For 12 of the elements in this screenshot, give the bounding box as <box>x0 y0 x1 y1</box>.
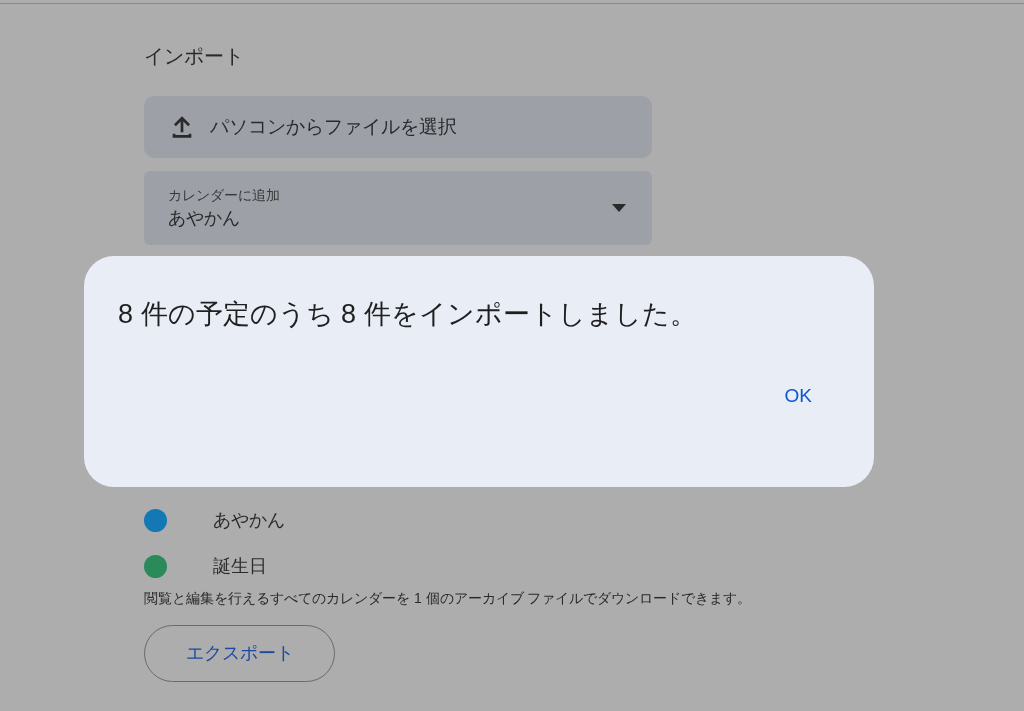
calendar-name: あやかん <box>213 508 285 532</box>
upload-icon <box>170 115 194 139</box>
section-title: インポート <box>144 44 245 69</box>
upload-button[interactable]: パソコンからファイルを選択 <box>144 96 652 158</box>
select-label: カレンダーに追加 <box>168 186 280 205</box>
select-value: あやかん <box>168 207 241 230</box>
dropdown-caret-icon <box>612 204 626 212</box>
calendar-name: 誕生日 <box>213 554 267 578</box>
calendar-select[interactable]: カレンダーに追加 あやかん <box>144 171 652 245</box>
export-description: 閲覧と編集を行えるすべてのカレンダーを 1 個のアーカイブ ファイルでダウンロードできます。 <box>144 589 752 608</box>
ok-button[interactable]: OK <box>772 376 824 417</box>
dialog-message: 8 件の予定のうち 8 件をインポートしました。 <box>118 298 697 331</box>
